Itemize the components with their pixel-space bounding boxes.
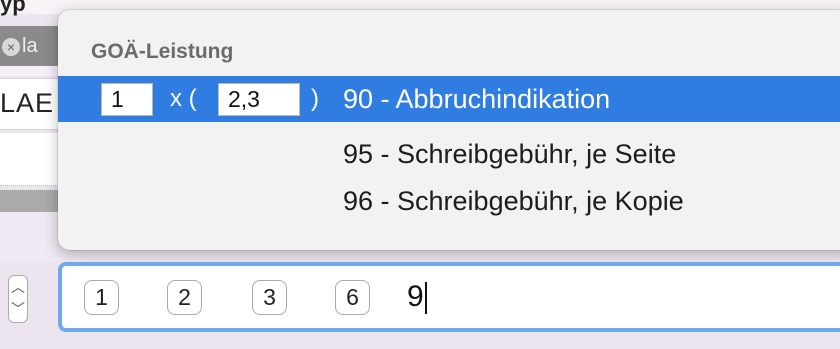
autocomplete-popup: GOÄ-Leistung 1 x ( 2,3 ) 90 - Abbruchind… [58, 10, 840, 250]
background-tag-label: la [22, 35, 38, 57]
typed-value: 9 [407, 280, 424, 313]
close-icon[interactable]: × [2, 37, 20, 56]
multiplier-suffix: ) [311, 85, 319, 112]
menu-item-96[interactable]: 96 - Schreibgebühr, je Kopie [58, 178, 840, 224]
stepper-control[interactable]: ︿ ﹀ [8, 275, 28, 323]
menu-item-95[interactable]: 95 - Schreibgebühr, je Seite [58, 131, 840, 177]
quantity-field[interactable]: 1 [101, 83, 153, 116]
menu-item-90[interactable]: 1 x ( 2,3 ) 90 - Abbruchindikation [58, 76, 840, 122]
background-header-text: yp [0, 0, 26, 16]
chevron-down-icon[interactable]: ﹀ [11, 301, 25, 317]
token-chip[interactable]: 1 [84, 280, 119, 315]
background-row-label: LAE [0, 88, 55, 118]
menu-item-label: 96 - Schreibgebühr, je Kopie [343, 186, 684, 216]
menu-item-label: 90 - Abbruchindikation [343, 84, 611, 114]
token-chip[interactable]: 3 [252, 280, 287, 315]
factor-field[interactable]: 2,3 [218, 83, 300, 116]
token-chip[interactable]: 2 [167, 280, 202, 315]
chevron-up-icon[interactable]: ︿ [11, 279, 25, 295]
token-chip[interactable]: 6 [335, 280, 370, 315]
popup-title: GOÄ-Leistung [91, 40, 234, 63]
menu-item-label: 95 - Schreibgebühr, je Seite [343, 139, 677, 169]
typed-text[interactable]: 9 [407, 276, 427, 318]
text-caret [424, 282, 427, 315]
multiplier-prefix: x ( [170, 85, 197, 112]
token-input[interactable]: 1 2 3 6 9 [58, 262, 840, 332]
